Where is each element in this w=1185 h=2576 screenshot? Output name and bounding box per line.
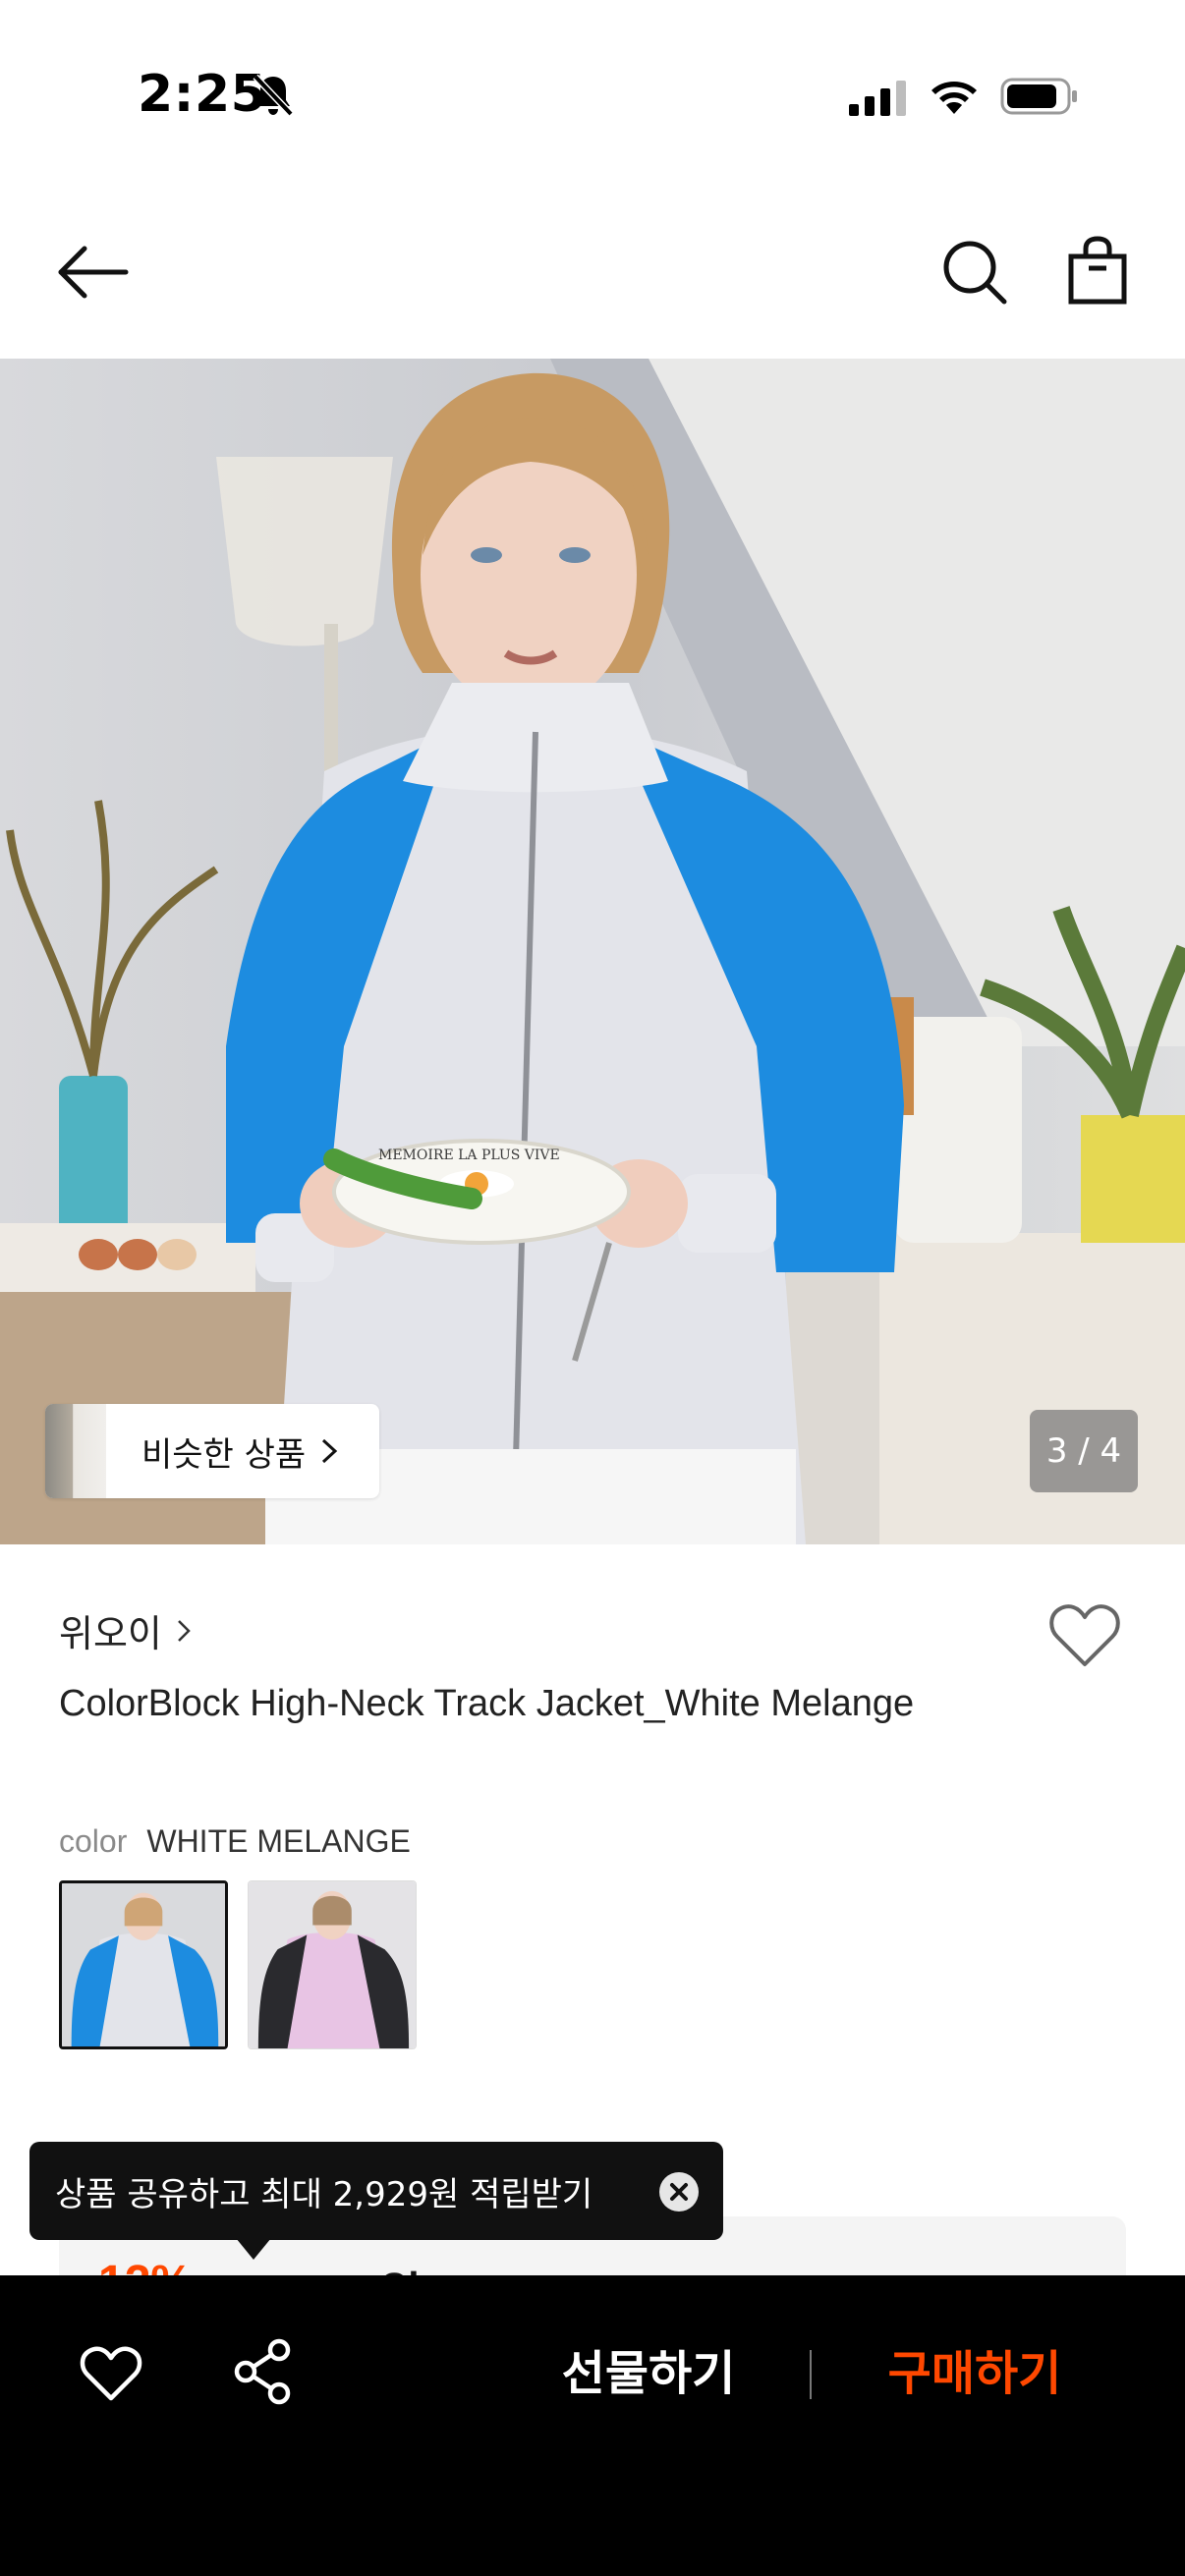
bell-slash-icon (253, 74, 294, 117)
divider (810, 2350, 812, 2399)
plate-text: MEMOIRE LA PLUS VIVE (378, 1148, 560, 1163)
color-swatch-pink[interactable] (248, 1880, 417, 2049)
color-value: WHITE MELANGE (146, 1823, 411, 1859)
cellular-signal-icon (849, 81, 906, 116)
status-time: 2:25 (138, 65, 267, 124)
bottom-action-bar: 선물하기 구매하기 (0, 2275, 1185, 2576)
search-icon[interactable] (939, 237, 1010, 308)
color-label: color (59, 1823, 128, 1859)
chevron-right-icon (178, 1619, 191, 1642)
battery-icon (1000, 78, 1077, 115)
top-nav (0, 192, 1185, 359)
similar-thumbnail (45, 1404, 106, 1498)
close-icon[interactable] (658, 2171, 700, 2212)
brand-name: 위오이 (59, 1612, 162, 1655)
color-row: color WHITE MELANGE (59, 1823, 411, 1860)
product-photo: MEMOIRE LA PLUS VIVE (0, 359, 1185, 1544)
back-arrow-icon[interactable] (51, 241, 134, 304)
tooltip-text: 상품 공유하고 최대 2,929원 적립받기 (55, 2174, 593, 2214)
color-swatch-white-melange[interactable] (59, 1880, 228, 2049)
product-image-gallery[interactable]: MEMOIRE LA PLUS VIVE 비슷한 상품 3 / 4 (0, 359, 1185, 1544)
heart-icon[interactable] (79, 2344, 143, 2403)
swatch-image (249, 1881, 416, 2048)
gift-button[interactable]: 선물하기 (511, 2342, 786, 2405)
similar-products-button[interactable]: 비슷한 상품 (45, 1404, 379, 1498)
status-bar: 2:25 (0, 0, 1185, 192)
product-title: ColorBlock High-Neck Track Jacket_White … (59, 1683, 915, 1724)
similar-products-label: 비슷한 상품 (141, 1434, 307, 1475)
swatch-image (62, 1883, 225, 2046)
share-reward-tooltip: 상품 공유하고 최대 2,929원 적립받기 (29, 2142, 723, 2240)
wishlist-heart-icon[interactable] (1047, 1601, 1122, 1670)
wifi-icon (931, 82, 977, 114)
brand-link[interactable]: 위오이 (59, 1603, 192, 1657)
buy-button[interactable]: 구매하기 (837, 2342, 1112, 2405)
chevron-right-icon (322, 1438, 338, 1464)
share-icon[interactable] (232, 2338, 293, 2405)
shopping-bag-icon[interactable] (1067, 235, 1128, 306)
image-page-counter: 3 / 4 (1030, 1410, 1138, 1492)
tooltip-arrow (236, 2238, 271, 2260)
